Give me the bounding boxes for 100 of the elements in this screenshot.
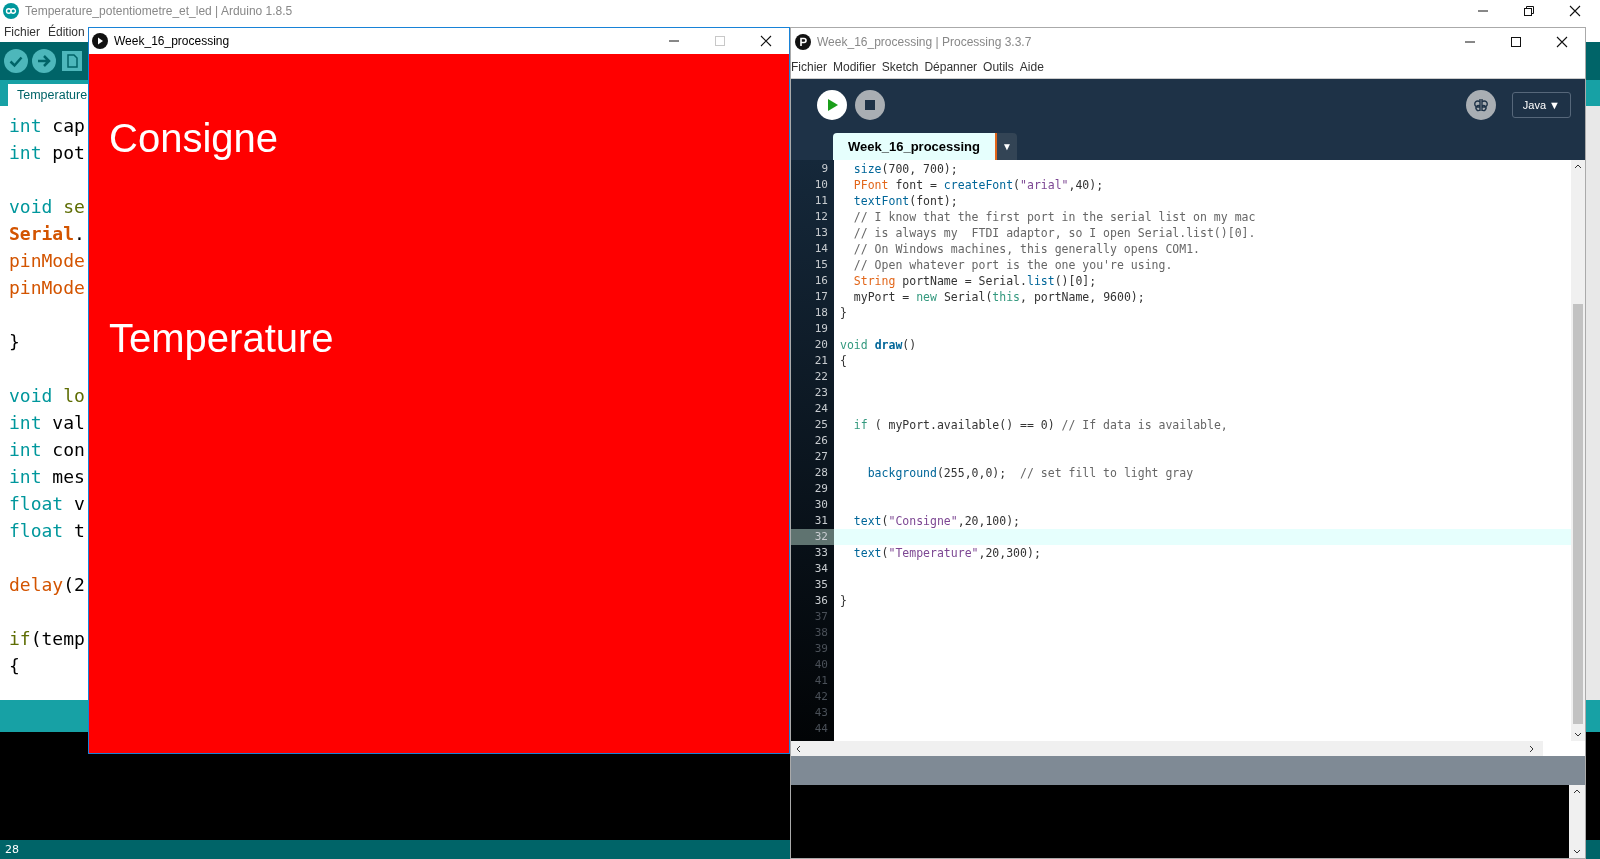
code-line: void se (9, 195, 85, 219)
code-line: // is always my FTDI adaptor, so I open Serial.list()[0]. (852, 225, 1256, 241)
line-number: 41 (813, 673, 829, 689)
play-icon (92, 33, 108, 49)
line-number: 35 (813, 577, 829, 593)
code-line: float v (9, 492, 85, 516)
code-line: int val (9, 411, 85, 435)
code-line: void draw() (840, 337, 917, 353)
code-line: } (9, 330, 20, 354)
editor-tab[interactable]: Temperature (8, 84, 90, 106)
maximize-icon[interactable] (1510, 36, 1522, 48)
upload-button[interactable] (32, 49, 56, 73)
stop-icon (864, 99, 876, 111)
line-number: 40 (813, 657, 829, 673)
code-line: // On Windows machines, this generally opens COM1. (852, 241, 1201, 257)
code-line: String portName = Serial.list()[0]; (852, 273, 1097, 289)
vertical-scrollbar[interactable] (1586, 106, 1600, 700)
line-number: 31 (813, 513, 829, 529)
line-number: 30 (813, 497, 829, 513)
line-number: 9 (820, 161, 829, 177)
menu-item[interactable]: Sketch (881, 60, 919, 74)
app-logo-icon (795, 34, 811, 50)
line-number: 27 (813, 449, 829, 465)
menu-item[interactable]: Aide (1019, 60, 1044, 74)
line-number: 37 (813, 609, 829, 625)
line-number: 17 (813, 289, 829, 305)
restore-icon[interactable] (1523, 5, 1535, 17)
close-icon[interactable] (760, 35, 772, 47)
code-line: PFont font = createFont("arial",40); (852, 177, 1104, 193)
line-number: 22 (813, 369, 829, 385)
tab-menu-button[interactable]: ▼ (997, 133, 1017, 160)
code-line: size(700, 700); (852, 161, 958, 177)
menu-item[interactable]: Modifier (833, 60, 876, 74)
code-line: float t (9, 519, 85, 543)
menu-item[interactable]: Dépanner (924, 60, 978, 74)
canvas-text: Consigne (109, 116, 278, 160)
code-line: { (9, 654, 20, 678)
menu-item[interactable]: Édition (48, 25, 85, 39)
code-line: int cap (9, 114, 85, 138)
window-title: Week_16_processing (114, 34, 230, 48)
verify-button[interactable] (4, 49, 28, 73)
line-number: 32 (791, 529, 834, 545)
vertical-scrollbar[interactable] (1569, 785, 1585, 858)
window-title: Week_16_processing | Processing 3.3.7 (817, 35, 1032, 49)
line-number: 34 (813, 561, 829, 577)
code-line: // Open whatever port is the one you're using. (852, 257, 1173, 273)
stop-button[interactable] (855, 90, 885, 120)
play-icon (825, 98, 839, 112)
app-logo-icon (3, 3, 19, 19)
line-number: 12 (813, 209, 829, 225)
close-icon[interactable] (1569, 5, 1581, 17)
code-line: pinMode (9, 276, 85, 300)
sketch-tab[interactable]: Week_16_processing (833, 133, 997, 160)
window-title: Temperature_potentiometre_et_led | Arduino 1.8.5 (25, 4, 293, 18)
line-number: 23 (813, 385, 829, 401)
line-number: 36 (813, 593, 829, 609)
code-line: // I know that the first port in the serial list on my mac (852, 209, 1256, 225)
code-line: if ( myPort.available() == 0) // If data is available, (852, 417, 1228, 433)
close-icon[interactable] (1556, 36, 1568, 48)
horizontal-scrollbar[interactable] (791, 741, 1543, 756)
line-number: 39 (813, 641, 829, 657)
menu-item[interactable]: Outils (983, 60, 1014, 74)
code-line: background(255,0,0); // set fill to light gray (866, 465, 1194, 481)
code-line: myPort = new Serial(this, portName, 9600); (852, 289, 1145, 305)
code-line: Serial. (9, 222, 85, 246)
mode-dropdown[interactable]: Java ▼ (1511, 92, 1571, 118)
line-number: 10 (813, 177, 829, 193)
butterfly-icon (1472, 97, 1489, 113)
line-number: 33 (813, 545, 829, 561)
code-line: if(temp (9, 627, 85, 651)
code-line: int mes (9, 465, 85, 489)
run-button[interactable] (817, 90, 847, 120)
code-line: } (840, 593, 847, 609)
line-number: 11 (813, 193, 829, 209)
line-number: 26 (813, 433, 829, 449)
line-number: 16 (813, 273, 829, 289)
line-number: 24 (813, 401, 829, 417)
code-line: delay(2 (9, 573, 85, 597)
scrollbar-thumb[interactable] (1573, 303, 1583, 724)
code-line: void lo (9, 384, 85, 408)
debugger-button[interactable] (1465, 90, 1496, 120)
code-line: } (840, 305, 847, 321)
menu-item[interactable]: Fichier (4, 25, 40, 39)
vertical-scrollbar[interactable] (1571, 160, 1585, 741)
line-number: 43 (813, 705, 829, 721)
line-number: 21 (813, 353, 829, 369)
line-number: 28 (813, 465, 829, 481)
new-file-button[interactable] (60, 49, 84, 73)
code-line: int pot (9, 141, 85, 165)
line-number: 15 (813, 257, 829, 273)
code-line: { (840, 353, 847, 369)
code-line: textFont(font); (852, 193, 958, 209)
line-number: 25 (813, 417, 829, 433)
line-number-status: 28 (5, 843, 19, 856)
menu-item[interactable]: Fichier (791, 60, 827, 74)
line-number: 44 (813, 721, 829, 737)
line-number: 14 (813, 241, 829, 257)
line-number: 38 (813, 625, 829, 641)
code-line: int con (9, 438, 85, 462)
canvas-text: Temperature (109, 316, 334, 360)
